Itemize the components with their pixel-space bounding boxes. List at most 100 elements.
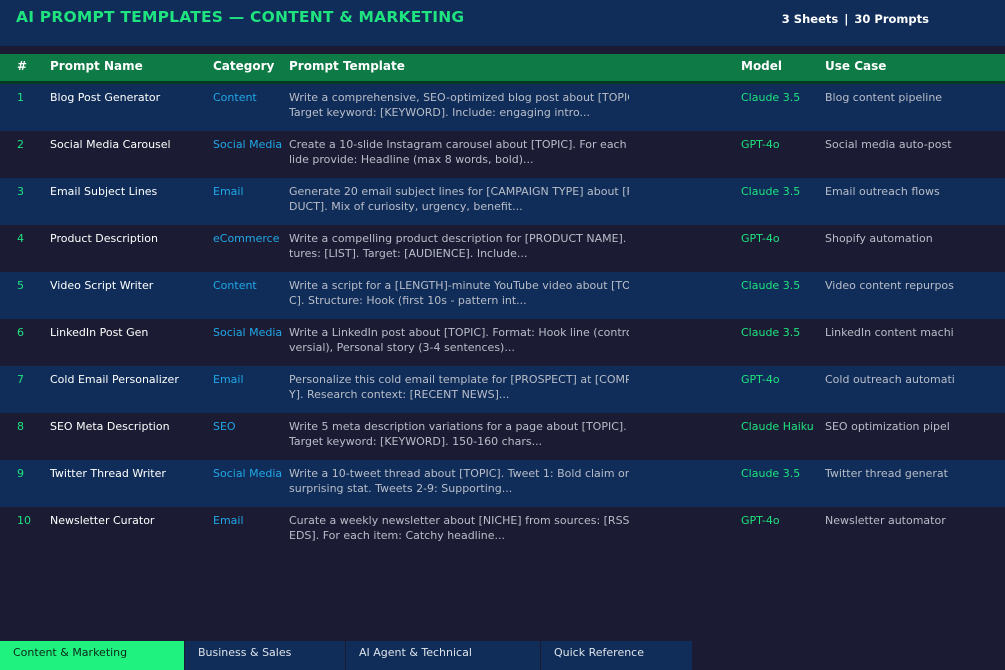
row-number[interactable]: 9 bbox=[17, 467, 24, 480]
prompt-name[interactable]: Cold Email Personalizer bbox=[50, 373, 179, 386]
header-gap bbox=[0, 46, 1005, 54]
sheet-summary: 3 Sheets | 30 Prompts bbox=[782, 12, 929, 26]
tab-content-marketing[interactable]: Content & Marketing bbox=[0, 641, 185, 670]
prompt-name[interactable]: Newsletter Curator bbox=[50, 514, 154, 527]
prompt-category[interactable]: Social Media bbox=[213, 138, 282, 151]
table-row[interactable]: 5 Video Script Writer Content Write a sc… bbox=[0, 272, 1005, 319]
prompt-model[interactable]: GPT-4o bbox=[741, 138, 780, 151]
sheets-count: 3 Sheets bbox=[781, 12, 839, 26]
row-number[interactable]: 1 bbox=[17, 91, 24, 104]
prompts-count: 30 Prompts bbox=[854, 12, 929, 26]
row-number[interactable]: 7 bbox=[17, 373, 24, 386]
prompt-model[interactable]: Claude Haiku bbox=[741, 420, 814, 433]
prompt-use-case[interactable]: Newsletter automator bbox=[825, 514, 1000, 527]
prompt-category[interactable]: Email bbox=[213, 373, 244, 386]
template-line-2: surprising stat. Tweets 2-9: Supporting.… bbox=[289, 481, 513, 495]
table-row[interactable]: 6 LinkedIn Post Gen Social Media Write a… bbox=[0, 319, 1005, 366]
table-row[interactable]: 7 Cold Email Personalizer Email Personal… bbox=[0, 366, 1005, 413]
table-row[interactable]: 4 Product Description eCommerce Write a … bbox=[0, 225, 1005, 272]
prompt-name[interactable]: Email Subject Lines bbox=[50, 185, 157, 198]
prompt-category[interactable]: Content bbox=[213, 279, 257, 292]
prompt-name[interactable]: Product Description bbox=[50, 232, 158, 245]
tab-business-sales[interactable]: Business & Sales bbox=[185, 641, 346, 670]
row-number[interactable]: 6 bbox=[17, 326, 24, 339]
column-header-name[interactable]: Prompt Name bbox=[50, 59, 143, 73]
template-line-1: Curate a weekly newsletter about [NICHE]… bbox=[289, 514, 629, 527]
template-line-1: Write a comprehensive, SEO-optimized blo… bbox=[289, 91, 629, 104]
prompt-model[interactable]: Claude 3.5 bbox=[741, 185, 800, 198]
prompt-category[interactable]: Email bbox=[213, 514, 244, 527]
template-line-1: Write a compelling product description f… bbox=[289, 232, 629, 245]
prompt-name[interactable]: Blog Post Generator bbox=[50, 91, 160, 104]
column-header-num[interactable]: # bbox=[17, 59, 27, 73]
prompt-model[interactable]: GPT-4o bbox=[741, 514, 780, 527]
table-row[interactable]: 10 Newsletter Curator Email Curate a wee… bbox=[0, 507, 1005, 554]
prompt-model[interactable]: Claude 3.5 bbox=[741, 279, 800, 292]
prompt-use-case[interactable]: Shopify automation bbox=[825, 232, 1000, 245]
template-line-1: Write a script for a [LENGTH]-minute You… bbox=[289, 279, 629, 292]
prompt-model[interactable]: Claude 3.5 bbox=[741, 91, 800, 104]
prompt-use-case[interactable]: Cold outreach automati bbox=[825, 373, 1000, 386]
column-header-row: # Prompt Name Category Prompt Template M… bbox=[0, 54, 1005, 84]
table-row[interactable]: 9 Twitter Thread Writer Social Media Wri… bbox=[0, 460, 1005, 507]
prompt-category[interactable]: eCommerce bbox=[213, 232, 279, 245]
prompt-name[interactable]: Video Script Writer bbox=[50, 279, 153, 292]
table-row[interactable]: 3 Email Subject Lines Email Generate 20 … bbox=[0, 178, 1005, 225]
prompt-name[interactable]: Social Media Carousel bbox=[50, 138, 171, 151]
prompt-category[interactable]: Content bbox=[213, 91, 257, 104]
column-header-template[interactable]: Prompt Template bbox=[289, 59, 405, 73]
row-number[interactable]: 10 bbox=[17, 514, 31, 527]
table-row[interactable]: 8 SEO Meta Description SEO Write 5 meta … bbox=[0, 413, 1005, 460]
prompt-category[interactable]: SEO bbox=[213, 420, 236, 433]
template-line-2: Target keyword: [KEYWORD]. 150-160 chars… bbox=[289, 434, 543, 448]
prompt-category[interactable]: Social Media bbox=[213, 467, 282, 480]
row-number[interactable]: 3 bbox=[17, 185, 24, 198]
template-line-2: tures: [LIST]. Target: [AUDIENCE]. Inclu… bbox=[289, 246, 528, 260]
prompt-name[interactable]: LinkedIn Post Gen bbox=[50, 326, 148, 339]
prompt-use-case[interactable]: Blog content pipeline bbox=[825, 91, 1000, 104]
table-row[interactable]: 1 Blog Post Generator Content Write a co… bbox=[0, 84, 1005, 131]
prompt-use-case[interactable]: SEO optimization pipel bbox=[825, 420, 1000, 433]
prompt-use-case[interactable]: Email outreach flows bbox=[825, 185, 1000, 198]
prompt-template[interactable]: Personalize this cold email template for… bbox=[289, 373, 629, 402]
prompt-template[interactable]: Write a script for a [LENGTH]-minute You… bbox=[289, 279, 629, 308]
prompt-model[interactable]: GPT-4o bbox=[741, 373, 780, 386]
prompt-category[interactable]: Email bbox=[213, 185, 244, 198]
row-number[interactable]: 8 bbox=[17, 420, 24, 433]
prompt-template[interactable]: Write a LinkedIn post about [TOPIC]. For… bbox=[289, 326, 629, 355]
template-line-2: lide provide: Headline (max 8 words, bol… bbox=[289, 152, 534, 166]
prompt-table: 1 Blog Post Generator Content Write a co… bbox=[0, 84, 1005, 554]
prompt-model[interactable]: Claude 3.5 bbox=[741, 467, 800, 480]
prompt-name[interactable]: Twitter Thread Writer bbox=[50, 467, 166, 480]
sheet-title: AI PROMPT TEMPLATES — CONTENT & MARKETIN… bbox=[16, 8, 465, 26]
column-header-use-case[interactable]: Use Case bbox=[825, 59, 886, 73]
prompt-model[interactable]: GPT-4o bbox=[741, 232, 780, 245]
tab-ai-agent-technical[interactable]: AI Agent & Technical bbox=[346, 641, 541, 670]
row-number[interactable]: 5 bbox=[17, 279, 24, 292]
sheet-tab-bar: Content & Marketing Business & Sales AI … bbox=[0, 641, 1005, 670]
prompt-template[interactable]: Curate a weekly newsletter about [NICHE]… bbox=[289, 514, 629, 543]
template-line-2: EDS]. For each item: Catchy headline... bbox=[289, 528, 506, 542]
column-header-category[interactable]: Category bbox=[213, 59, 274, 73]
column-header-model[interactable]: Model bbox=[741, 59, 782, 73]
tab-quick-reference[interactable]: Quick Reference bbox=[541, 641, 693, 670]
prompt-template[interactable]: Write a comprehensive, SEO-optimized blo… bbox=[289, 91, 629, 120]
prompt-category[interactable]: Social Media bbox=[213, 326, 282, 339]
row-number[interactable]: 4 bbox=[17, 232, 24, 245]
prompt-template[interactable]: Write a compelling product description f… bbox=[289, 232, 629, 261]
template-line-1: Write a LinkedIn post about [TOPIC]. For… bbox=[289, 326, 629, 339]
prompt-model[interactable]: Claude 3.5 bbox=[741, 326, 800, 339]
prompt-use-case[interactable]: Social media auto-post bbox=[825, 138, 1000, 151]
prompt-template[interactable]: Generate 20 email subject lines for [CAM… bbox=[289, 185, 629, 214]
prompt-use-case[interactable]: Video content repurpos bbox=[825, 279, 1000, 292]
prompt-use-case[interactable]: Twitter thread generat bbox=[825, 467, 1000, 480]
template-line-1: Write a 10-tweet thread about [TOPIC]. T… bbox=[289, 467, 629, 480]
prompt-template[interactable]: Create a 10-slide Instagram carousel abo… bbox=[289, 138, 629, 167]
row-number[interactable]: 2 bbox=[17, 138, 24, 151]
prompt-name[interactable]: SEO Meta Description bbox=[50, 420, 170, 433]
template-line-2: C]. Structure: Hook (first 10s - pattern… bbox=[289, 293, 527, 307]
table-row[interactable]: 2 Social Media Carousel Social Media Cre… bbox=[0, 131, 1005, 178]
prompt-use-case[interactable]: LinkedIn content machi bbox=[825, 326, 1000, 339]
prompt-template[interactable]: Write a 10-tweet thread about [TOPIC]. T… bbox=[289, 467, 629, 496]
prompt-template[interactable]: Write 5 meta description variations for … bbox=[289, 420, 629, 449]
